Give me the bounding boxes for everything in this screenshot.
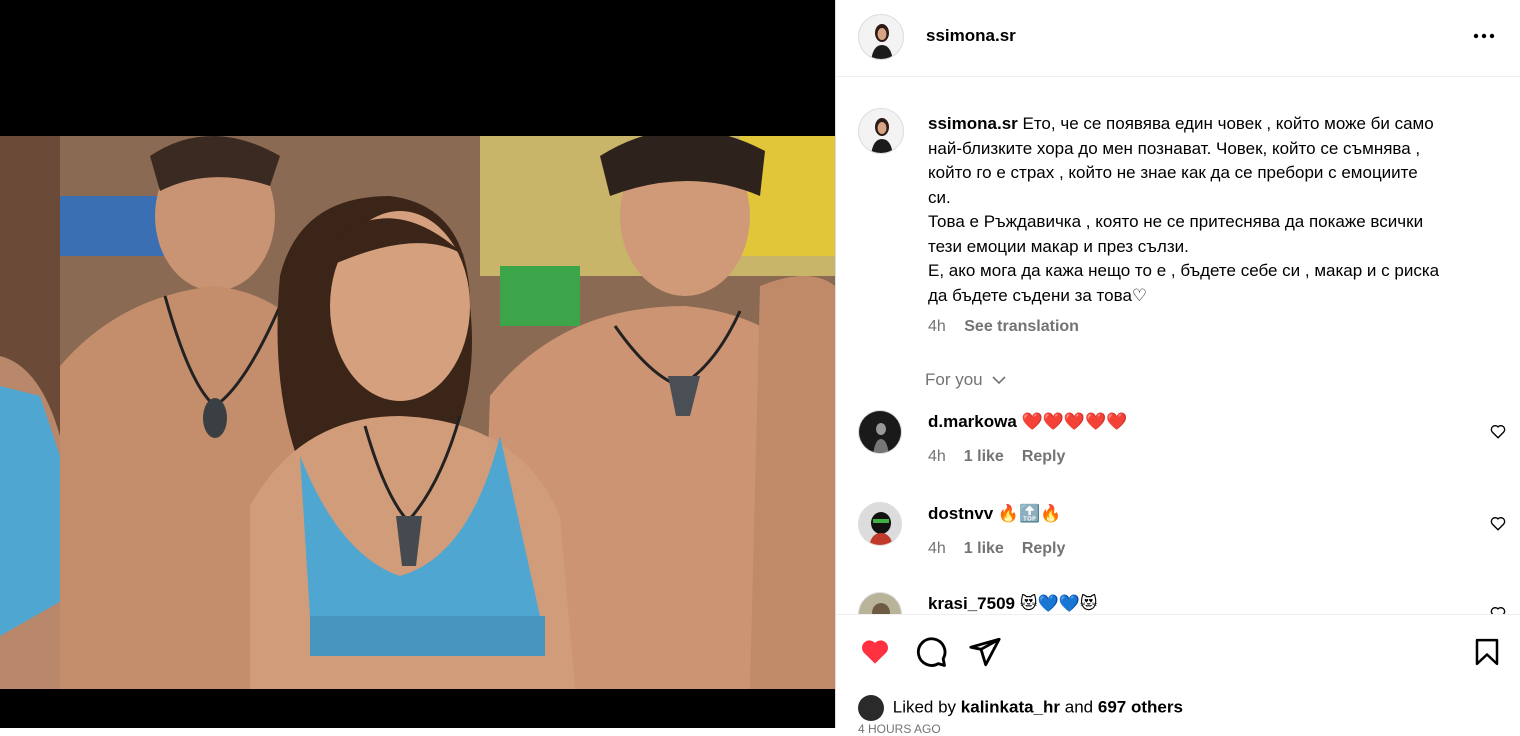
comment-time: 4h	[928, 448, 946, 465]
post-time-ago: 4 hours ago	[858, 722, 941, 736]
for-you-label: For you	[925, 370, 983, 389]
comment-like-icon[interactable]	[1489, 422, 1507, 440]
more-icon[interactable]	[1472, 26, 1496, 51]
comment-avatar-image	[859, 503, 901, 545]
caption-line: Ето, че се появява един човек , който мо…	[1022, 114, 1434, 133]
liker-avatar[interactable]	[858, 695, 884, 721]
caption-line: най-близките хора до мен познават. Човек…	[928, 138, 1421, 158]
post-photo	[0, 136, 835, 689]
comment-text: 🔥🔝🔥	[997, 504, 1062, 523]
save-icon[interactable]	[1472, 635, 1502, 669]
comment-likes[interactable]: 1 like	[964, 540, 1004, 557]
comment-text: 😻💙💙😻	[1019, 594, 1098, 613]
comment-avatar-image	[859, 411, 901, 453]
post-media[interactable]	[0, 0, 835, 728]
share-icon[interactable]	[968, 635, 1002, 669]
comment-reply-button[interactable]: Reply	[1022, 540, 1066, 557]
comment-author[interactable]: dostnvv	[928, 504, 993, 523]
photo-illustration	[0, 136, 835, 689]
comment-meta: 4h 1 like Reply	[928, 448, 1065, 466]
liked-by-and: and	[1064, 697, 1094, 717]
comment-text: ❤️❤️❤️❤️❤️	[1021, 412, 1128, 431]
comment-time: 4h	[928, 540, 946, 557]
caption-time: 4h	[928, 318, 946, 335]
action-bar: Liked by kalinkata_hr and 697 others 4 h…	[836, 614, 1520, 736]
caption-meta: 4h See translation	[928, 318, 1079, 336]
comment-item: dostnvv 🔥🔝🔥 4h 1 like Reply	[836, 502, 1520, 584]
caption-username[interactable]: ssimona.sr	[928, 114, 1018, 133]
comment-avatar[interactable]	[858, 410, 902, 454]
comment-reply-button[interactable]: Reply	[1022, 448, 1066, 465]
author-avatar-image	[859, 15, 903, 59]
see-translation-link[interactable]: See translation	[964, 318, 1079, 335]
comment-username: d.markowa ❤️❤️❤️❤️❤️	[928, 412, 1127, 432]
caption-line: да бъдете съдени за това♡	[928, 285, 1148, 305]
caption-avatar[interactable]	[858, 108, 904, 154]
comment-icon[interactable]	[914, 635, 948, 669]
for-you-selector[interactable]: For you	[925, 370, 1007, 390]
comment-meta: 4h 1 like Reply	[928, 540, 1065, 558]
post-side-panel: ssimona.sr ssimona.sr Ето, че се появява…	[835, 0, 1520, 736]
like-heart-filled-icon[interactable]	[858, 635, 892, 667]
chevron-down-icon	[992, 376, 1006, 385]
author-username[interactable]: ssimona.sr	[926, 26, 1016, 46]
caption-line: Това е Ръждавичка , която не се притесня…	[928, 212, 1424, 231]
comment-likes[interactable]: 1 like	[964, 448, 1004, 465]
comment-username: dostnvv 🔥🔝🔥	[928, 504, 1061, 524]
author-avatar[interactable]	[858, 14, 904, 60]
caption-avatar-image	[859, 109, 903, 153]
post-header: ssimona.sr	[836, 0, 1520, 77]
caption-line: си.	[928, 187, 951, 207]
comment-username: krasi_7509 😻💙💙😻	[928, 594, 1098, 614]
comment-avatar[interactable]	[858, 502, 902, 546]
comment-item: d.markowa ❤️❤️❤️❤️❤️ 4h 1 like Reply	[836, 410, 1520, 492]
liked-by-prefix: Liked by	[892, 697, 957, 717]
caption-text: ssimona.sr Ето, че се появява един човек…	[928, 112, 1503, 308]
liked-by-user[interactable]: kalinkata_hr	[961, 697, 1060, 716]
caption-line: тези емоции макар и през сълзи.	[928, 236, 1189, 256]
liked-by-others[interactable]: 697 others	[1098, 697, 1183, 716]
likes-summary: Liked by kalinkata_hr and 697 others	[858, 695, 1183, 721]
comment-author[interactable]: krasi_7509	[928, 594, 1015, 613]
caption-line: Е, ако мога да кажа нещо то е , бъдете с…	[928, 261, 1440, 280]
comment-author[interactable]: d.markowa	[928, 412, 1017, 431]
comment-like-icon[interactable]	[1489, 514, 1507, 532]
caption-line: който го е страх , който не знае как да …	[928, 163, 1418, 182]
